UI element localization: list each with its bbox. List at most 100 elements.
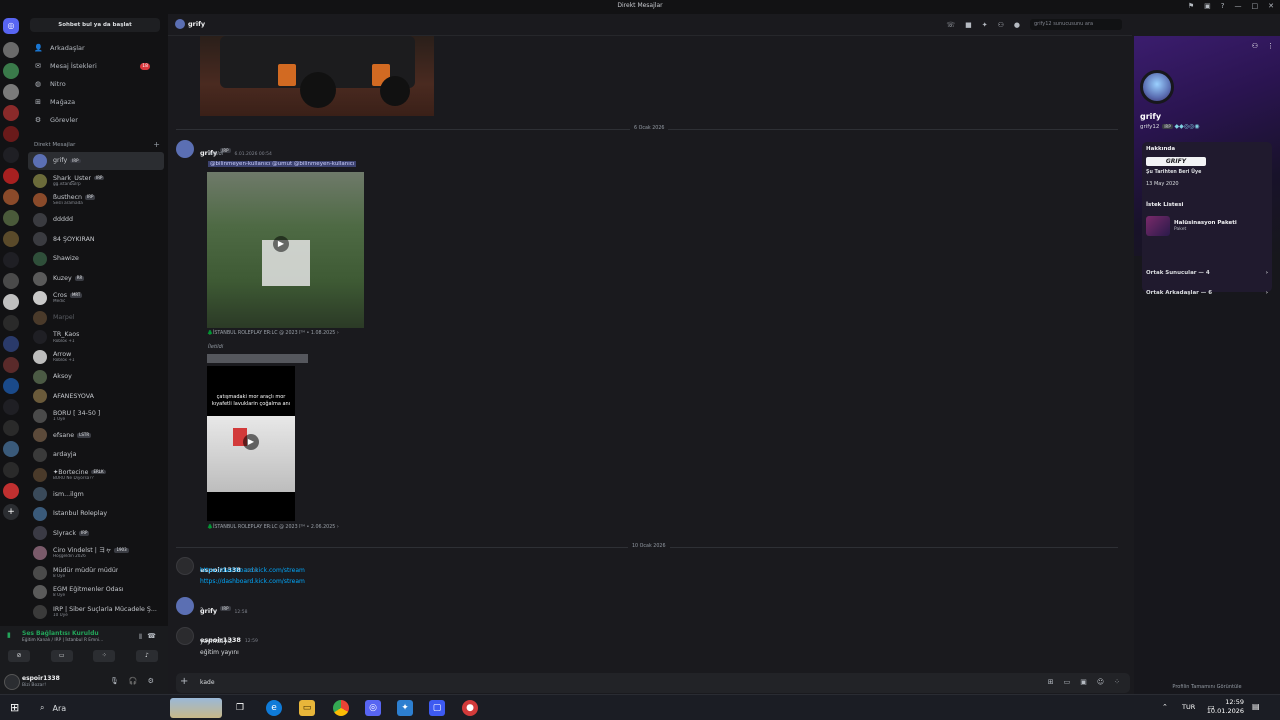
server-icon[interactable]	[3, 168, 19, 184]
discord-icon[interactable]: ◎	[365, 700, 381, 716]
server-icon[interactable]	[3, 441, 19, 457]
truck-image[interactable]	[200, 36, 434, 116]
add-server-icon[interactable]: +	[3, 504, 19, 520]
file-explorer-icon[interactable]: ▭	[299, 700, 315, 716]
server-icon[interactable]	[3, 42, 19, 58]
dm-item[interactable]: ßusthecn IRP Sesli aramada	[28, 191, 164, 209]
task-view-icon[interactable]: ❐	[232, 700, 248, 716]
profile-toggle-icon[interactable]: ●	[1014, 21, 1020, 29]
new-dm-icon[interactable]: +	[153, 140, 160, 149]
server-icon[interactable]	[3, 273, 19, 289]
dm-item[interactable]: ardayja	[28, 446, 164, 464]
dm-item[interactable]: Aksoy	[28, 368, 164, 386]
server-icon[interactable]	[3, 231, 19, 247]
app-icon[interactable]: ✦	[397, 700, 413, 716]
mutual-servers[interactable]: Ortak Sunucular — 4 ›	[1142, 264, 1272, 282]
dm-item[interactable]: Slyrack IRP	[28, 524, 164, 542]
dm-item[interactable]: ✦Bortecine ERLK BÖRÜ Ne Diyorsa??	[28, 466, 164, 484]
server-icon[interactable]	[3, 378, 19, 394]
message-avatar[interactable]	[176, 627, 194, 645]
dm-item[interactable]: ddddd	[28, 211, 164, 229]
voice-status[interactable]: Ses Bağlantısı Kuruldu	[22, 630, 99, 637]
short-video[interactable]: çatışmadaki mor araçlı mor kıyafetli lav…	[207, 366, 295, 521]
user-name[interactable]: espoir1338	[22, 675, 60, 682]
clock[interactable]: 12:59 10.01.2026	[1200, 698, 1244, 716]
server-icon[interactable]	[3, 315, 19, 331]
server-icon[interactable]	[3, 126, 19, 142]
gift-icon[interactable]: ⊞	[1048, 678, 1054, 686]
server-icon[interactable]	[3, 189, 19, 205]
language-indicator[interactable]: TUR	[1182, 703, 1195, 711]
dm-item[interactable]: Kuzey RR	[28, 270, 164, 288]
message-avatar[interactable]	[176, 140, 194, 158]
nav-quests[interactable]: ⚙ Görevler	[34, 116, 78, 124]
chrome-icon[interactable]	[333, 700, 349, 716]
roblox-icon[interactable]: ▢	[429, 700, 445, 716]
dm-item[interactable]: TR_Kaos Roblox +1	[28, 328, 164, 346]
message-link[interactable]: https://dashboard.kick.com/stream	[200, 578, 305, 585]
server-icon[interactable]	[3, 84, 19, 100]
discord-home-icon[interactable]: ◎	[3, 18, 19, 34]
message-composer[interactable]: + kade ⊞ ▭ ▣ ☺ ⁘	[176, 673, 1130, 693]
dm-item[interactable]: 84 ŞOYKIRAN	[28, 230, 164, 248]
help-icon[interactable]: ?	[1221, 2, 1225, 10]
server-icon[interactable]	[3, 462, 19, 478]
maximize-icon[interactable]: □	[1252, 2, 1259, 10]
dm-item[interactable]: Shark_Uster IRP gg.istanbulrp	[28, 172, 164, 190]
server-icon[interactable]	[3, 147, 19, 163]
screen-share-icon[interactable]: ▭	[50, 650, 73, 662]
camera-off-icon[interactable]: ⊘	[8, 650, 30, 662]
emoji-icon[interactable]: ☺	[1097, 678, 1104, 686]
dm-item[interactable]: İstanbul Roleplay	[28, 505, 164, 523]
search-input[interactable]: grify12 sunucusunu ara	[1030, 19, 1122, 30]
add-friend-icon[interactable]: ⚇	[1252, 42, 1258, 50]
sticker-icon[interactable]: ▣	[1080, 678, 1087, 686]
dm-item[interactable]: efsane LSTR	[28, 426, 164, 444]
more-icon[interactable]: ⋮	[1267, 42, 1274, 50]
profile-avatar[interactable]	[1140, 70, 1174, 104]
server-icon[interactable]	[3, 399, 19, 415]
nav-shop[interactable]: ⊞ Mağaza	[34, 98, 75, 106]
call-icon[interactable]: ☏	[946, 21, 955, 29]
wishlist-item[interactable]: Halüsinasyon Paketi Paket	[1146, 216, 1268, 236]
nav-message-requests[interactable]: ✉ Mesaj İstekleri 18	[34, 62, 160, 70]
disconnect-icon[interactable]: ☎	[147, 632, 156, 640]
dm-item[interactable]: EGM Eğitmenler Odası 8 Üye	[28, 583, 164, 601]
view-full-profile[interactable]: Profilin Tamamını Görüntüle	[1134, 684, 1280, 690]
obs-icon[interactable]: ●	[462, 700, 478, 716]
forward-source-1[interactable]: 🌲İSTANBUL ROLEPLAY ER:LC @ 2023 Iᵀᴹ • 1.…	[207, 331, 339, 336]
forward-source-2[interactable]: 🌲İSTANBUL ROLEPLAY ER:LC @ 2023 Iᵀᴹ • 2.…	[207, 525, 339, 530]
server-icon[interactable]	[3, 63, 19, 79]
noise-icon[interactable]: ⫴	[139, 633, 142, 642]
gif-icon[interactable]: ▭	[1064, 678, 1071, 686]
edge-icon[interactable]: e	[266, 700, 282, 716]
dm-item[interactable]: ism...ilgm	[28, 485, 164, 503]
tray-chevron-icon[interactable]: ⌃	[1162, 703, 1168, 711]
dm-item[interactable]: Ciro Vindelst | ヨャ 1903 Hoşgeldin 2026	[28, 544, 164, 562]
notification-icon[interactable]: ▤	[1252, 702, 1260, 711]
server-icon[interactable]	[3, 210, 19, 226]
soundboard-icon[interactable]: ♪	[135, 650, 158, 662]
screen-icon[interactable]: ▣	[1204, 2, 1211, 10]
server-icon[interactable]	[3, 336, 19, 352]
mutual-friends[interactable]: Ortak Arkadaşlar — 6 ›	[1142, 284, 1272, 302]
dm-item[interactable]: grify IRP	[28, 152, 164, 170]
close-icon[interactable]: ✕	[1268, 2, 1274, 10]
pin-icon[interactable]: ✦	[982, 21, 988, 29]
nav-nitro[interactable]: ◍ Nitro	[34, 80, 66, 88]
user-avatar[interactable]	[4, 674, 20, 690]
inbox-icon[interactable]: ⚑	[1188, 2, 1194, 10]
message-avatar[interactable]	[176, 597, 194, 615]
play-icon[interactable]: ▶	[273, 236, 289, 252]
mic-icon[interactable]: 🎙	[110, 677, 119, 685]
windows-start-icon[interactable]: ⊞	[10, 702, 19, 713]
mentions[interactable]: @bilinmeyen-kullanıcı @umut @bilinmeyen-…	[208, 161, 357, 167]
dm-item[interactable]: BÖRÜ [ 34-50 ] 1 Üye	[28, 407, 164, 425]
server-icon[interactable]	[3, 483, 19, 499]
server-icon[interactable]	[3, 105, 19, 121]
dm-item[interactable]: IRP | Siber Suçlarla Mücadele Ş... 10 Üye	[28, 603, 164, 621]
message-link[interactable]: https://dashboard.kick.com/stream	[200, 567, 305, 574]
dm-item[interactable]: Müdür müdür müdür 8 Üye	[28, 564, 164, 582]
apps-icon[interactable]: ⁘	[1114, 678, 1120, 686]
find-conversation-button[interactable]: Sohbet bul ya da başlat	[30, 18, 160, 32]
